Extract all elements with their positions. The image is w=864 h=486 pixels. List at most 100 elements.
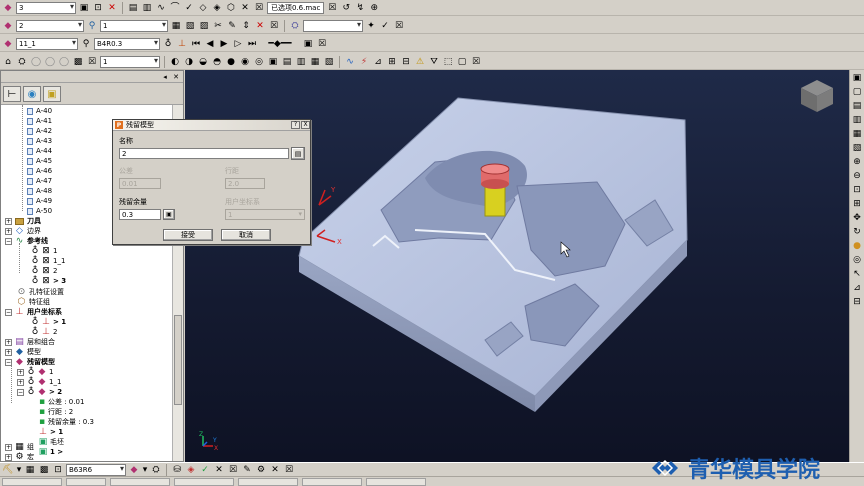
- dim-icon-1[interactable]: ◯: [30, 56, 42, 68]
- link-icon[interactable]: ∿: [155, 2, 167, 14]
- tool-display-icon[interactable]: ▦: [24, 464, 36, 476]
- collapse-icon[interactable]: −: [5, 237, 12, 245]
- stock-display-icon[interactable]: ◆: [128, 464, 140, 476]
- sim-tool-icon[interactable]: ✓: [199, 464, 211, 476]
- zoom-out-icon[interactable]: ⊖: [851, 170, 863, 182]
- block-icon[interactable]: ▥: [141, 2, 153, 14]
- shading-icon-11[interactable]: ▦: [309, 56, 321, 68]
- list-item[interactable]: A-40: [27, 106, 52, 116]
- measure-view-icon[interactable]: ⊿: [851, 282, 863, 294]
- expand-icon[interactable]: +: [5, 217, 12, 225]
- step-forward-icon[interactable]: ▷: [232, 38, 244, 50]
- nc-write-icon[interactable]: ✦: [365, 20, 377, 32]
- collapse-icon[interactable]: −: [5, 308, 12, 316]
- list-item[interactable]: ♁ ⊠ > 3: [31, 276, 66, 286]
- view-combo[interactable]: 1: [100, 55, 160, 68]
- tool-mode-icon[interactable]: ⛭: [150, 464, 162, 476]
- calc-icon[interactable]: ⊡: [92, 2, 104, 14]
- list-item[interactable]: ♁ ⊥ 2: [31, 327, 58, 337]
- ncprogram-combo[interactable]: [303, 19, 363, 32]
- layer-icon[interactable]: ◆: [2, 38, 14, 50]
- view-right-icon[interactable]: ▥: [851, 114, 863, 126]
- zoom-in-icon[interactable]: ⊕: [851, 156, 863, 168]
- step-back-icon[interactable]: ◀: [204, 38, 216, 50]
- toolpath-icon[interactable]: ⌒: [169, 2, 181, 14]
- shading-icon-8[interactable]: ▣: [267, 56, 279, 68]
- skip-forward-icon[interactable]: ⏭: [246, 38, 258, 50]
- shading-icon-1[interactable]: ◐: [169, 56, 181, 68]
- list-item[interactable]: A-43: [27, 136, 52, 146]
- tool-select-combo[interactable]: B4R0.3: [94, 37, 160, 50]
- name-field[interactable]: 2: [119, 148, 289, 159]
- sim-step-icon[interactable]: ⛁: [171, 464, 183, 476]
- tool-shade-icon[interactable]: ▩: [38, 464, 50, 476]
- sim-stock-icon[interactable]: ◈: [185, 464, 197, 476]
- tool-select-icon[interactable]: ⚲: [80, 38, 92, 50]
- allowance-field[interactable]: 0.3: [119, 209, 161, 220]
- align-icon[interactable]: ⇕: [240, 20, 252, 32]
- cursor-icon[interactable]: ↖: [851, 268, 863, 280]
- close-nc-icon[interactable]: ☒: [393, 20, 405, 32]
- delete-icon[interactable]: ✕: [106, 2, 118, 14]
- edit-icon[interactable]: ✎: [241, 464, 253, 476]
- expand-icon[interactable]: +: [5, 443, 12, 451]
- home-icon[interactable]: ⌂: [2, 56, 14, 68]
- filter-icon[interactable]: ⛛: [428, 56, 440, 68]
- close-toolbar2-icon[interactable]: ☒: [268, 20, 280, 32]
- plot-icon[interactable]: ↯: [354, 2, 366, 14]
- view-front-icon[interactable]: ▤: [851, 100, 863, 112]
- disk-icon[interactable]: ▤: [127, 2, 139, 14]
- tab-internet[interactable]: ◉: [23, 86, 41, 102]
- layer-combo[interactable]: 11_1: [16, 37, 78, 50]
- expand-icon[interactable]: +: [17, 378, 24, 386]
- list-item[interactable]: ▣ 1 >: [39, 447, 63, 457]
- list-item[interactable]: A-48: [27, 186, 52, 196]
- list-item[interactable]: + ♁ ◆ 1: [17, 367, 53, 377]
- tool-icon[interactable]: ⚲: [86, 20, 98, 32]
- view-iso-icon[interactable]: ▣: [851, 72, 863, 84]
- cut-icon[interactable]: ✂: [212, 20, 224, 32]
- tree-node-macro[interactable]: + ⚙ 宏: [5, 452, 34, 462]
- cancel-button[interactable]: 取消: [221, 229, 271, 241]
- shade-model-icon[interactable]: ●: [851, 240, 863, 252]
- tree-node-hole-feature[interactable]: ⊙ 孔特征设置: [5, 287, 64, 297]
- axis-icon[interactable]: ⊥: [176, 38, 188, 50]
- stock-icon[interactable]: ◆: [2, 2, 14, 14]
- inspect-icon[interactable]: ⊟: [400, 56, 412, 68]
- tree-node-feature[interactable]: ⬡ 特征组: [5, 297, 50, 307]
- shading-icon-7[interactable]: ◎: [253, 56, 265, 68]
- active-tool-combo[interactable]: B63R6: [66, 463, 126, 476]
- dialog-titlebar[interactable]: P 残留模型: [113, 120, 310, 131]
- section-icon[interactable]: ⊞: [386, 56, 398, 68]
- zoom-icon[interactable]: ⊕: [368, 2, 380, 14]
- dialog-help-button[interactable]: ?: [291, 121, 300, 129]
- rotate-icon[interactable]: ↻: [851, 226, 863, 238]
- expand-icon[interactable]: +: [5, 453, 12, 461]
- clip-icon[interactable]: ⊟: [851, 296, 863, 308]
- collapse-icon[interactable]: −: [17, 388, 24, 396]
- close-display-icon[interactable]: ☒: [470, 56, 482, 68]
- cross-icon[interactable]: ✕: [239, 2, 251, 14]
- stock-model-combo[interactable]: 2: [16, 19, 84, 32]
- expand-icon[interactable]: +: [5, 227, 12, 235]
- play-icon[interactable]: ▶: [218, 38, 230, 50]
- name-picker-button[interactable]: ▤: [291, 147, 305, 160]
- tool-check-icon[interactable]: ⊡: [52, 464, 64, 476]
- ncprogram-icon[interactable]: ⛭: [289, 20, 301, 32]
- sim-close-icon[interactable]: ☒: [227, 464, 239, 476]
- view-cube[interactable]: [801, 80, 833, 112]
- menu-arrow-icon[interactable]: ▾: [16, 464, 22, 476]
- sim-delete-icon[interactable]: ✕: [213, 464, 225, 476]
- list-item[interactable]: A-47: [27, 176, 52, 186]
- list-item[interactable]: A-44: [27, 146, 52, 156]
- shading-icon-2[interactable]: ◑: [183, 56, 195, 68]
- edit-close-icon[interactable]: ☒: [283, 464, 295, 476]
- shading-icon-5[interactable]: ●: [225, 56, 237, 68]
- expand-icon[interactable]: +: [5, 338, 12, 346]
- shading-icon-4[interactable]: ◓: [211, 56, 223, 68]
- close-macro-icon[interactable]: ☒: [326, 2, 338, 14]
- tool-holder-icon[interactable]: ⛏: [2, 464, 14, 476]
- view-back-icon[interactable]: ▧: [851, 142, 863, 154]
- list-item[interactable]: A-49: [27, 196, 52, 206]
- shading-icon-9[interactable]: ▤: [281, 56, 293, 68]
